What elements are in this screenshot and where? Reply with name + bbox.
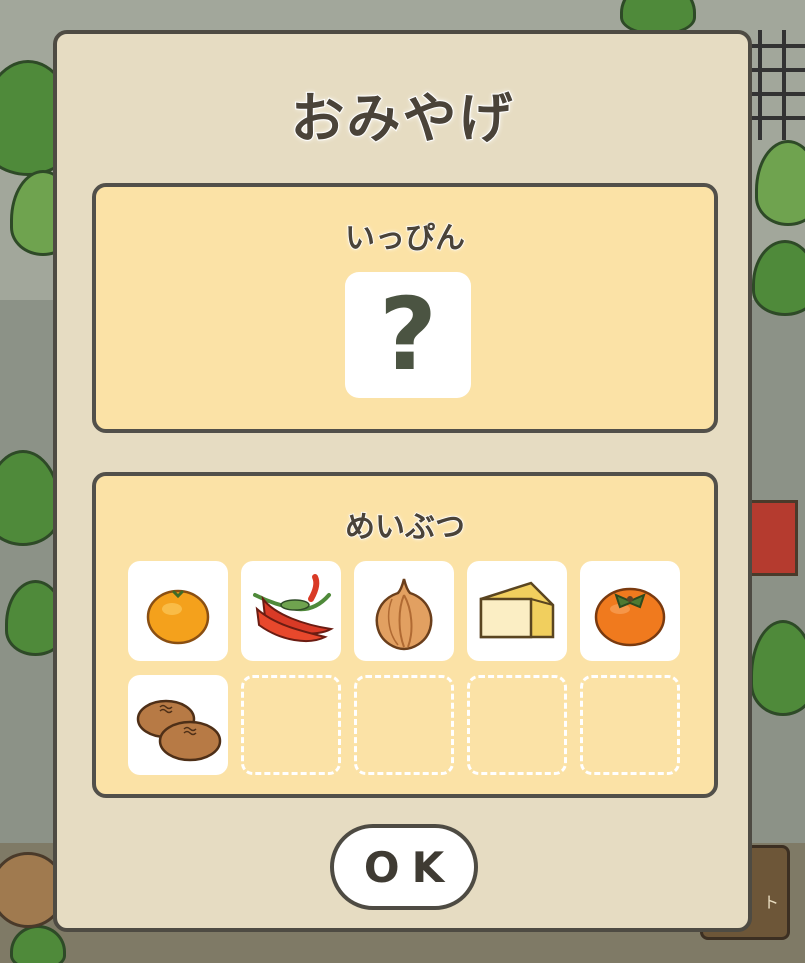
souvenir-slot[interactable] — [467, 561, 567, 661]
souvenir-slot[interactable] — [241, 561, 341, 661]
ok-button[interactable]: OK — [330, 824, 478, 910]
empty-souvenir-slot — [580, 675, 680, 775]
empty-souvenir-slot — [241, 675, 341, 775]
ok-button-label: OK — [363, 842, 457, 892]
leaf-decoration — [750, 620, 805, 716]
empty-souvenir-slot — [354, 675, 454, 775]
souvenir-slot[interactable] — [354, 561, 454, 661]
mandarin-orange-icon — [146, 589, 210, 645]
souvenir-grid — [128, 561, 680, 775]
cheese-wedge-icon — [479, 581, 555, 639]
persimmon-icon — [594, 587, 666, 647]
souvenirs-panel: めいぶつ — [92, 472, 718, 798]
souvenir-dialog: おみやげ いっぴん ? めいぶつ OK — [53, 30, 752, 932]
empty-souvenir-slot — [467, 675, 567, 775]
specialty-label: いっぴん — [344, 220, 466, 257]
board-text: ト — [762, 893, 779, 912]
leaf-decoration — [0, 450, 61, 546]
souvenir-slot[interactable] — [128, 561, 228, 661]
souvenir-slot[interactable] — [580, 561, 680, 661]
question-mark-icon[interactable]: ? — [345, 272, 471, 398]
souvenir-slot[interactable] — [128, 675, 228, 775]
dialog-title: おみやげ — [290, 86, 515, 151]
specialty-panel: いっぴん ? — [92, 183, 718, 433]
onion-icon — [375, 578, 433, 651]
question-mark-text: ? — [378, 276, 437, 393]
souvenirs-label: めいぶつ — [344, 509, 466, 546]
red-chili-peppers-icon — [253, 574, 334, 642]
steamed-buns-icon — [136, 699, 222, 762]
